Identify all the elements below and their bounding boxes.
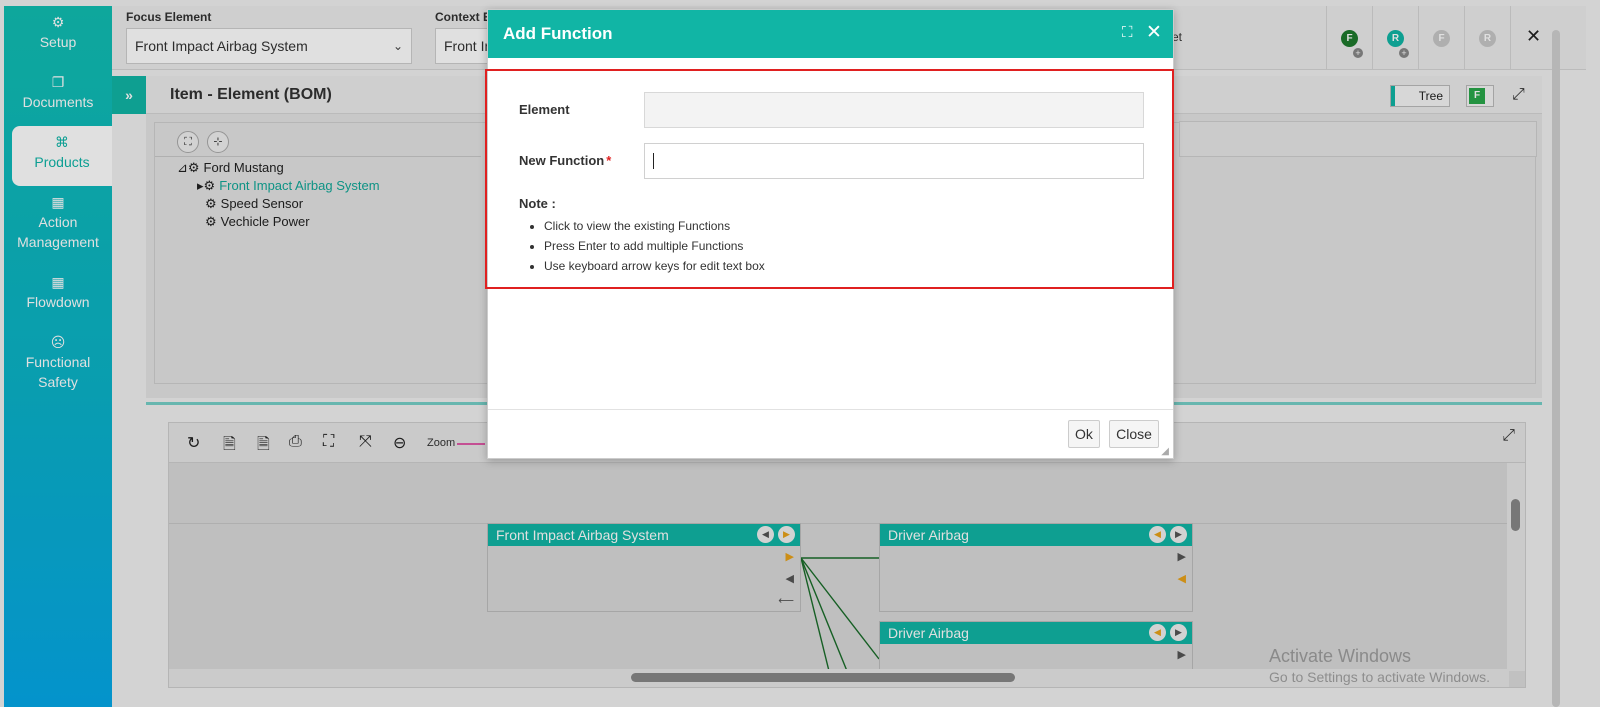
new-function-label-text: New Function (519, 153, 605, 168)
note-title: Note : (519, 196, 556, 211)
note-item: Use keyboard arrow keys for edit text bo… (544, 256, 765, 276)
resize-grip-icon[interactable]: ◢ (1161, 446, 1169, 457)
new-function-input[interactable] (644, 143, 1144, 179)
dialog-title: Add Function (503, 24, 613, 43)
text-caret (653, 153, 654, 169)
required-marker: * (606, 153, 612, 168)
maximize-icon[interactable]: ⛶ (1122, 24, 1133, 41)
new-function-label: New Function * (519, 153, 611, 168)
ok-button[interactable]: Ok (1068, 420, 1100, 448)
element-label: Element (519, 102, 570, 117)
dialog-header: Add Function ⛶ ✕ (488, 10, 1173, 58)
note-list: Click to view the existing Functions Pre… (544, 216, 765, 276)
dialog-footer: Ok Close ◢ (488, 409, 1173, 459)
note-item: Press Enter to add multiple Functions (544, 236, 765, 256)
close-icon[interactable]: ✕ (1146, 21, 1162, 44)
activation-watermark: Activate Windows Go to Settings to activ… (1269, 646, 1490, 685)
watermark-title: Activate Windows (1269, 646, 1412, 666)
function-form: Element New Function* Note : Click to vi… (485, 69, 1174, 289)
watermark-subtitle: Go to Settings to activate Windows. (1269, 669, 1490, 685)
note-item: Click to view the existing Functions (544, 216, 765, 236)
close-button[interactable]: Close (1109, 420, 1159, 448)
add-function-dialog: Add Function ⛶ ✕ Element New Function * N… (485, 9, 1174, 459)
element-field[interactable] (644, 92, 1144, 128)
